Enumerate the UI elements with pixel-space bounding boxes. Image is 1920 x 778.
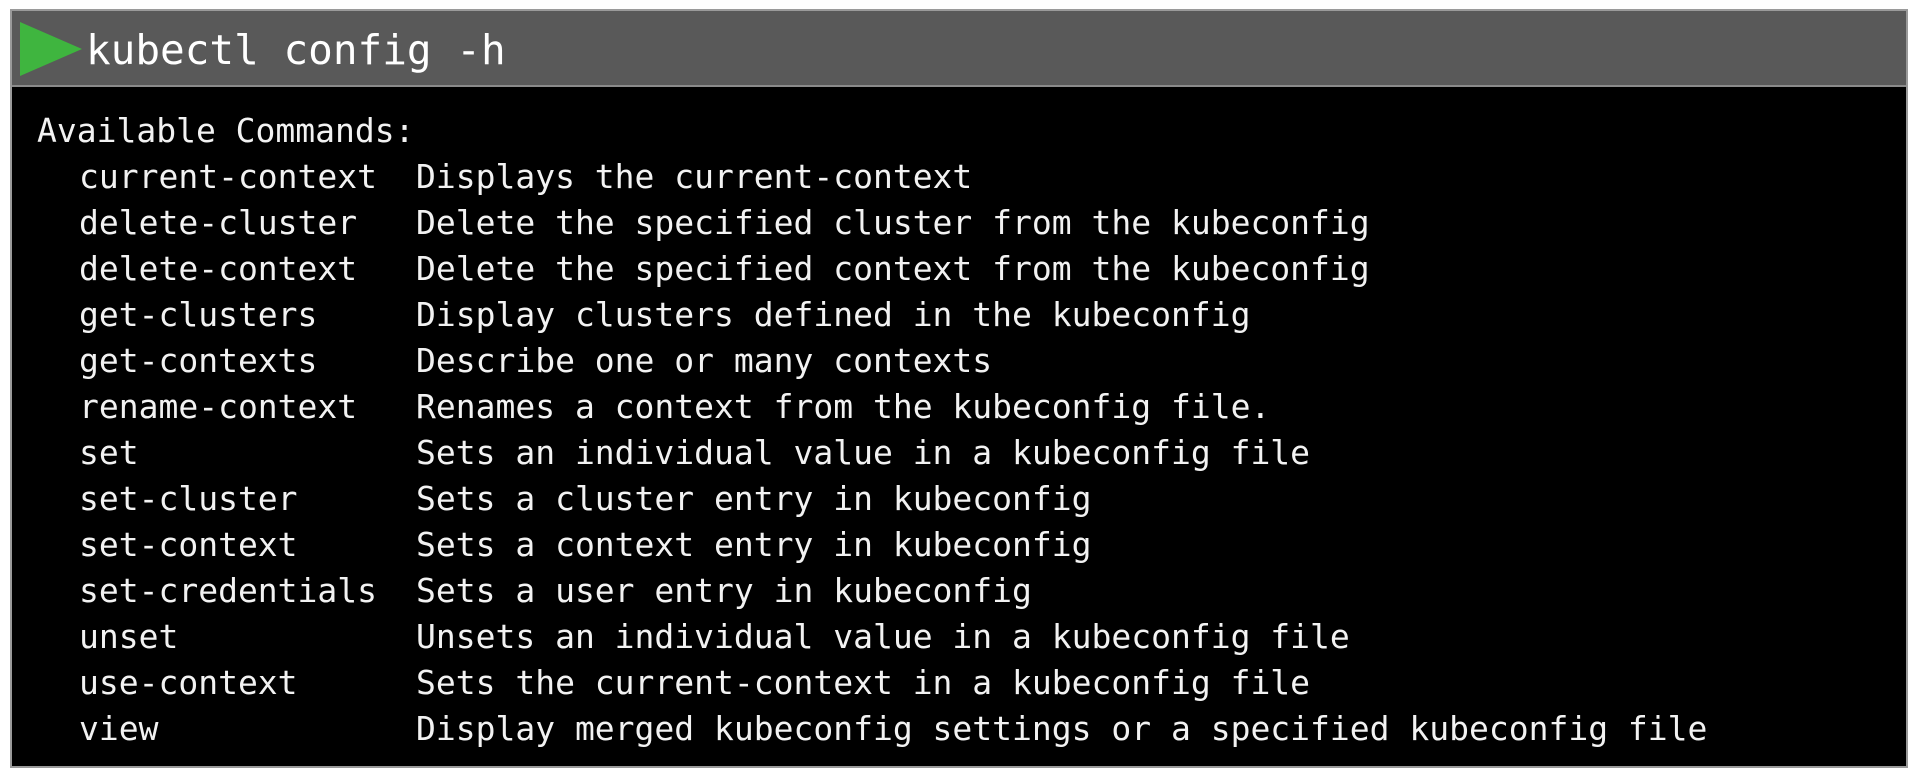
command-name: set (79, 433, 139, 472)
command-description: Sets a user entry in kubeconfig (416, 571, 1032, 610)
play-triangle-icon (20, 22, 82, 76)
command-name: use-context (79, 663, 298, 702)
command-description: Unsets an individual value in a kubeconf… (416, 617, 1350, 656)
command-row: set Sets an individual value in a kubecon… (37, 430, 1707, 476)
command-name: delete-cluster (79, 203, 358, 242)
command-name: set-credentials (79, 571, 378, 610)
command-name: view (79, 709, 159, 748)
command-list: current-context Displays the current-cont… (37, 154, 1707, 752)
terminal-window: kubectl config -h Available Commands: cu… (10, 9, 1908, 768)
command-description: Renames a context from the kubeconfig fi… (416, 387, 1271, 426)
command-bar: kubectl config -h (12, 11, 1906, 87)
command-name: set-cluster (79, 479, 298, 518)
command-row: delete-context Delete the specified conte… (37, 246, 1707, 292)
command-row: current-context Displays the current-cont… (37, 154, 1707, 200)
command-row: unset Unsets an individual value in a kub… (37, 614, 1707, 660)
command-row: set-credentials Sets a user entry in kube… (37, 568, 1707, 614)
command-row: set-context Sets a context entry in kubec… (37, 522, 1707, 568)
command-name: get-contexts (79, 341, 318, 380)
command-description: Displays the current-context (416, 157, 973, 196)
command-description: Display clusters defined in the kubeconf… (416, 295, 1251, 334)
command-name: current-context (79, 157, 378, 196)
command-text: kubectl config -h (86, 26, 506, 74)
command-output: Available Commands: current-context Displ… (37, 108, 1707, 752)
command-name: delete-context (79, 249, 358, 288)
output-heading: Available Commands: (37, 111, 415, 150)
command-description: Sets a cluster entry in kubeconfig (416, 479, 1092, 518)
command-description: Sets a context entry in kubeconfig (416, 525, 1092, 564)
command-row: set-cluster Sets a cluster entry in kubec… (37, 476, 1707, 522)
command-description: Delete the specified cluster from the ku… (416, 203, 1370, 242)
command-name: set-context (79, 525, 298, 564)
command-description: Display merged kubeconfig settings or a … (416, 709, 1708, 748)
command-row: get-contexts Describe one or many context… (37, 338, 1707, 384)
command-row: delete-cluster Delete the specified clust… (37, 200, 1707, 246)
command-row: get-clusters Display clusters defined in … (37, 292, 1707, 338)
command-row: view Display merged kubeconfig settings o… (37, 706, 1707, 752)
command-description: Delete the specified context from the ku… (416, 249, 1370, 288)
command-description: Sets an individual value in a kubeconfig… (416, 433, 1311, 472)
command-name: unset (79, 617, 179, 656)
command-description: Sets the current-context in a kubeconfig… (416, 663, 1311, 702)
command-name: rename-context (79, 387, 358, 426)
command-row: use-context Sets the current-context in a… (37, 660, 1707, 706)
command-name: get-clusters (79, 295, 318, 334)
command-description: Describe one or many contexts (416, 341, 993, 380)
command-row: rename-context Renames a context from the… (37, 384, 1707, 430)
